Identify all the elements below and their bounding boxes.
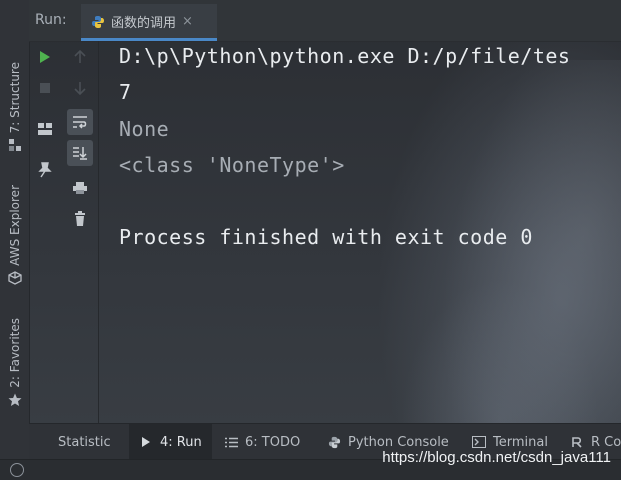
trash-icon: [75, 211, 85, 226]
statistic-label: Statistic: [58, 434, 111, 450]
todo-label: 6: TODO: [245, 434, 301, 450]
soft-wrap-icon: [73, 116, 87, 129]
python-console-label: Python Console: [348, 434, 449, 450]
scroll-up-button[interactable]: [67, 44, 93, 70]
scroll-down-button[interactable]: [67, 75, 93, 101]
sidebar-tab-aws-explorer[interactable]: AWS Explorer: [0, 185, 29, 285]
tab-todo[interactable]: 6: TODO: [224, 424, 300, 460]
pin-icon: [38, 162, 52, 178]
stop-button[interactable]: [32, 75, 58, 101]
console-line-output: <class 'NoneType'>: [119, 153, 345, 177]
scroll-to-end-button[interactable]: [67, 140, 93, 166]
terminal-icon: [472, 435, 486, 449]
tab-title: 函数的调用: [111, 15, 177, 31]
star-icon: [8, 393, 22, 407]
printer-icon: [73, 182, 87, 194]
console-line-output: None: [119, 117, 170, 141]
structure-icon: [8, 138, 22, 152]
terminal-label: Terminal: [493, 434, 548, 450]
r-console-icon: [570, 435, 584, 449]
play-icon: [40, 51, 50, 63]
run-label: 4: Run: [160, 434, 202, 450]
console-line-command: D:\p\Python\python.exe D:/p/file/tes: [119, 44, 571, 68]
sidebar-tab-favorites[interactable]: 2: Favorites: [0, 318, 29, 407]
run-header: Run: 函数的调用 ×: [29, 0, 621, 42]
favorites-label: 2: Favorites: [7, 318, 22, 388]
run-controls-column: [29, 41, 61, 423]
structure-label: 7: Structure: [7, 62, 22, 134]
pin-tab-button[interactable]: [32, 157, 58, 183]
tab-run-config[interactable]: 函数的调用 ×: [81, 4, 217, 41]
sidebar-tab-structure[interactable]: 7: Structure: [0, 62, 29, 152]
clear-all-button[interactable]: [67, 206, 93, 232]
run-label: Run:: [35, 12, 67, 28]
cube-icon: [7, 271, 22, 285]
csdn-watermark: https://blog.csdn.net/csdn_java111: [382, 449, 611, 466]
python-icon: [91, 14, 105, 28]
layout-icon: [38, 123, 52, 135]
console-line-exit-status: Process finished with exit code 0: [119, 225, 533, 249]
tab-close-icon[interactable]: ×: [182, 14, 193, 29]
left-tool-strip: 7: Structure AWS Explorer 2: Favorites: [0, 0, 30, 459]
stop-icon: [40, 83, 50, 93]
rerun-button[interactable]: [32, 44, 58, 70]
restore-layout-button[interactable]: [32, 116, 58, 142]
run-icon: [139, 435, 153, 449]
scroll-to-end-icon: [73, 147, 87, 160]
console-actions-column: [64, 41, 99, 423]
arrow-up-icon: [74, 50, 86, 63]
console-output[interactable]: D:\p\Python\python.exe D:/p/file/tes 7 N…: [99, 41, 621, 423]
python-console-icon: [327, 435, 341, 449]
statistic-icon: [37, 435, 51, 449]
console-line-output: 7: [119, 80, 132, 104]
soft-wrap-button[interactable]: [67, 109, 93, 135]
status-indicator-icon[interactable]: [10, 463, 24, 477]
tab-run[interactable]: 4: Run: [129, 424, 212, 460]
tab-statistic[interactable]: Statistic: [37, 424, 111, 460]
arrow-down-icon: [74, 82, 86, 95]
list-icon: [224, 435, 238, 449]
aws-explorer-label: AWS Explorer: [7, 185, 22, 266]
print-button[interactable]: [67, 175, 93, 201]
r-console-label: R Co: [591, 434, 621, 450]
